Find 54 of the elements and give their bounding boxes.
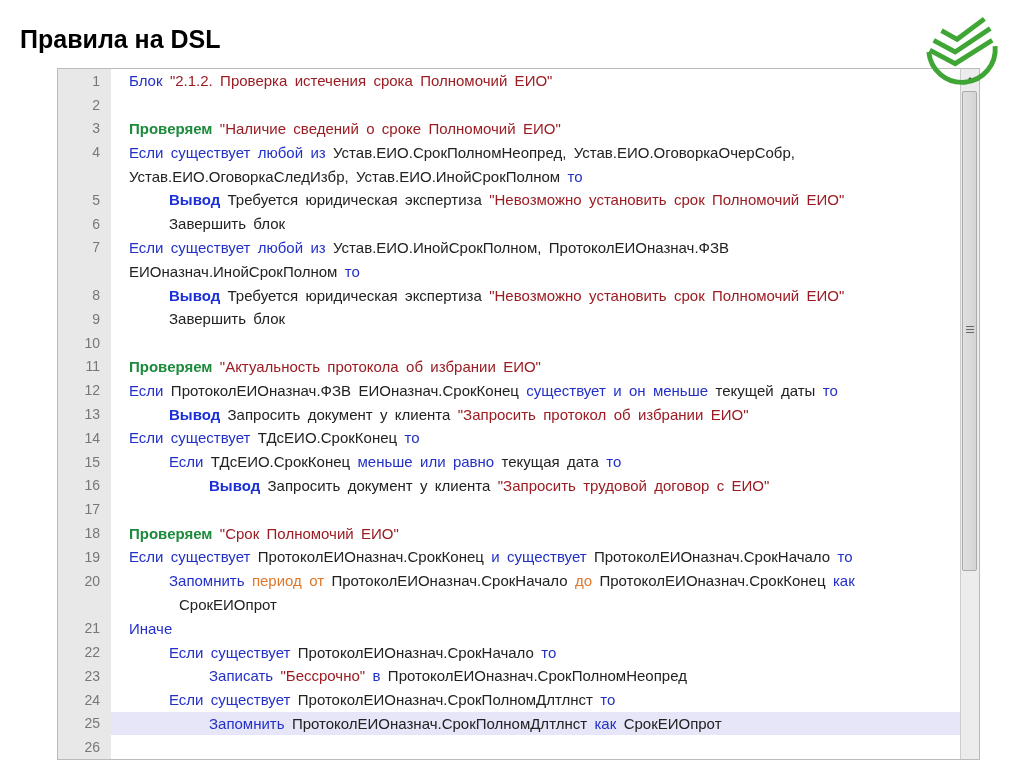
line-number: 20 [84, 572, 100, 589]
line-number: 1 [92, 72, 100, 89]
scrollbar-thumb[interactable] [962, 91, 977, 571]
scrollbar[interactable] [960, 69, 979, 759]
line-number: 26 [84, 739, 100, 756]
line-number: 6 [92, 215, 100, 232]
line-number: 17 [84, 501, 100, 518]
code-line: Проверяем "Срок Полномочий ЕИО" [129, 524, 399, 542]
line-number: 24 [84, 691, 100, 708]
code-line: Устав.ЕИО.ОговоркаСледИзбр, Устав.ЕИО.ИнойСрокПолном то [129, 167, 583, 185]
line-number: 15 [84, 453, 100, 470]
line-number: 3 [92, 120, 100, 137]
code-line: Если существует любой из Устав.ЕИО.СрокПолномНеопред, Устав.ЕИО.ОговоркаОчерСобр, [129, 143, 795, 161]
code-line: Запомнить ПротоколЕИОназнач.СрокПолномДлтлнст как СрокЕИОпрот [209, 714, 722, 732]
line-number: 8 [92, 287, 100, 304]
code-line: Вывод Требуется юридическая экспертиза "Невозможно установить срок Полномочий ЕИО" [169, 286, 845, 304]
line-number: 10 [84, 334, 100, 351]
line-number: 18 [84, 525, 100, 542]
line-number: 13 [84, 406, 100, 423]
line-number: 23 [84, 667, 100, 684]
slide-title: Правила на DSL [20, 24, 221, 54]
code-line: Если ПротоколЕИОназнач.ФЗВ ЕИОназнач.СрокКонец существует и он меньше текущей даты то [129, 381, 838, 399]
line-number: 19 [84, 548, 100, 565]
line-number: 9 [92, 310, 100, 327]
line-number: 12 [84, 382, 100, 399]
line-number: 16 [84, 477, 100, 494]
code-line: Если существует ПротоколЕИОназнач.СрокКонец и существует ПротоколЕИОназнач.СрокНачало то [129, 548, 853, 566]
code-line: Блок "2.1.2. Проверка истечения срока Полномочий ЕИО" [129, 72, 553, 90]
code-line: Завершить блок [169, 310, 286, 328]
code-line: Если существует ТДсЕИО.СрокКонец то [129, 429, 420, 447]
code-line: СрокЕИОпрот [179, 595, 277, 613]
line-number: 4 [92, 144, 100, 161]
code-line: Записать "Бессрочно" в ПротоколЕИОназнач.СрокПолномНеопред [209, 667, 687, 685]
line-number: 2 [92, 96, 100, 113]
code-line: Если существует ПротоколЕИОназнач.СрокНачало то [169, 643, 557, 661]
line-number: 11 [85, 358, 100, 375]
line-number: 25 [84, 715, 100, 732]
code-line: Если существует ПротоколЕИОназнач.СрокПолномДлтлнст то [169, 691, 616, 709]
code-line: Вывод Запросить документ у клиента "Запросить протокол об избрании ЕИО" [169, 405, 749, 423]
code-line: Вывод Требуется юридическая экспертиза "Невозможно установить срок Полномочий ЕИО" [169, 191, 845, 209]
code-line: Вывод Запросить документ у клиента "Запросить трудовой договор с ЕИО" [209, 476, 770, 494]
code-line: Завершить блок [169, 215, 286, 233]
line-number: 22 [84, 644, 100, 660]
line-number: 21 [84, 620, 100, 637]
line-number: 14 [84, 429, 100, 446]
code-line: Если ТДсЕИО.СрокКонец меньше или равно текущая дата то [169, 453, 622, 471]
code-line: Проверяем "Наличие сведений о сроке Полномочий ЕИО" [129, 120, 561, 137]
line-number: 5 [92, 191, 100, 208]
line-number: 7 [92, 239, 100, 256]
code-line: Запомнить период от ПротоколЕИОназнач.СрокНачало до ПротоколЕИОназнач.СрокКонец как [169, 572, 855, 590]
code-line: Иначе [129, 619, 173, 637]
code-line: ЕИОназнач.ИнойСрокПолном то [129, 262, 360, 280]
code-line: Проверяем "Актуальность протокола об избрании ЕИО" [129, 357, 541, 375]
code-line: Если существует любой из Устав.ЕИО.ИнойСрокПолном, ПротоколЕИОназнач.ФЗВ [129, 238, 730, 256]
